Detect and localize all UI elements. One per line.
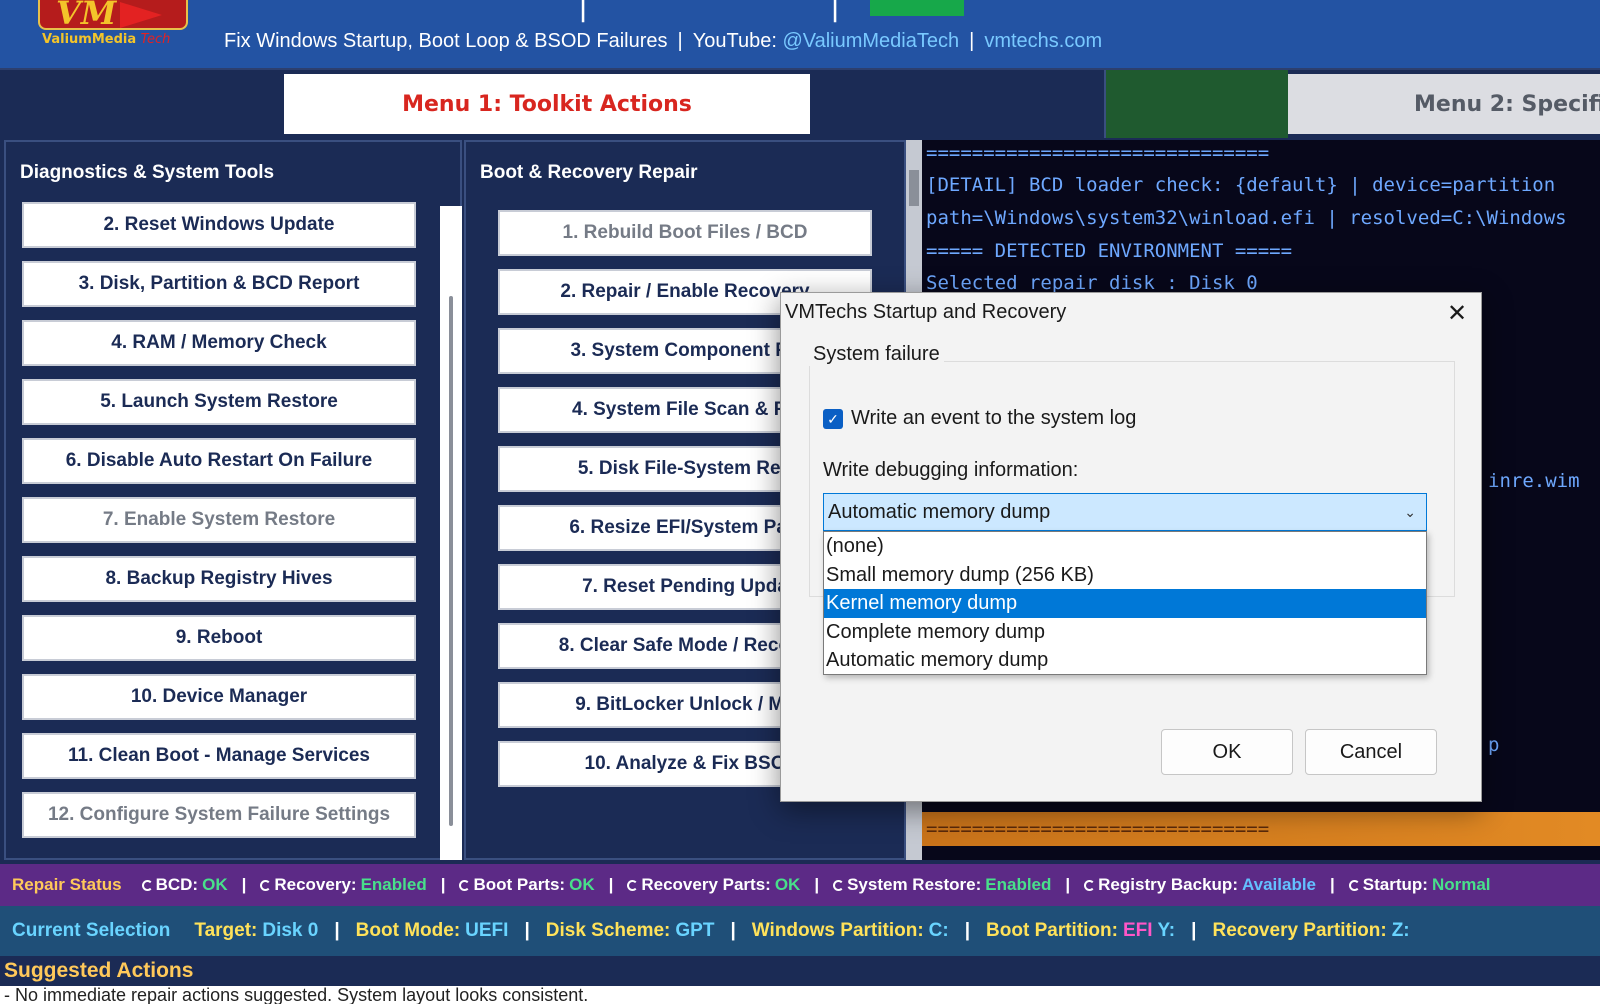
disk-report-button[interactable]: 3. Disk, Partition & BCD Report xyxy=(22,261,416,307)
disable-auto-restart-button[interactable]: 6. Disable Auto Restart On Failure xyxy=(22,438,416,484)
clean-boot-button[interactable]: 11. Clean Boot - Manage Services xyxy=(22,733,416,779)
write-event-label[interactable]: Write an event to the system log xyxy=(851,407,1136,430)
startup-recovery-dialog: VMTechs Startup and Recovery ✕ System fa… xyxy=(780,292,1482,802)
backup-registry-button[interactable]: 8. Backup Registry Hives xyxy=(22,556,416,602)
website-link[interactable]: vmtechs.com xyxy=(984,30,1102,52)
scrollbar-thumb[interactable] xyxy=(449,296,453,826)
panel-title: Boot & Recovery Repair xyxy=(480,162,698,183)
reboot-button[interactable]: 9. Reboot xyxy=(22,615,416,661)
enable-system-restore-button[interactable]: 7. Enable System Restore xyxy=(22,497,416,543)
group-label: System failure xyxy=(809,343,944,366)
current-selection-bar: Current Selection Target: Disk 0 | Boot M… xyxy=(0,906,1600,956)
write-event-checkbox[interactable]: ✓ xyxy=(823,409,843,429)
title-separator: | xyxy=(578,0,589,23)
launch-system-restore-button[interactable]: 5. Launch System Restore xyxy=(22,379,416,425)
option-complete-dump[interactable]: Complete memory dump xyxy=(824,618,1426,647)
refresh-icon xyxy=(459,879,471,891)
left-scrollbar[interactable] xyxy=(440,206,462,860)
chevron-down-icon[interactable]: ⌄ xyxy=(1404,494,1416,530)
title-separator: | xyxy=(830,0,841,23)
bootpart-efi: EFI xyxy=(1122,920,1153,941)
suggested-actions-title: Suggested Actions xyxy=(0,956,1600,986)
target-value: Disk 0 xyxy=(262,920,319,941)
option-automatic-dump[interactable]: Automatic memory dump xyxy=(824,646,1426,675)
status-registry-backup: Registry Backup: Available xyxy=(1084,875,1316,895)
panel-title: Diagnostics & System Tools xyxy=(20,162,275,183)
console-line: ============================== xyxy=(926,142,1270,164)
diagnostics-panel: Diagnostics & System Tools 2. Reset Wind… xyxy=(4,140,462,860)
selection-label: Current Selection xyxy=(12,920,171,941)
brand-logo: VM ValiumMedia Tech xyxy=(34,0,190,52)
refresh-icon xyxy=(1348,879,1360,891)
cancel-button[interactable]: Cancel xyxy=(1305,729,1437,775)
ram-check-button[interactable]: 4. RAM / Memory Check xyxy=(22,320,416,366)
tab-spacer xyxy=(1104,70,1288,138)
status-bcd: BCD: OK xyxy=(141,875,228,895)
option-none[interactable]: (none) xyxy=(824,532,1426,561)
play-icon xyxy=(120,2,162,28)
bootpart-label: Boot Partition: xyxy=(986,920,1118,941)
recpart-value: Z: xyxy=(1391,920,1410,941)
status-recovery: Recovery: Enabled xyxy=(260,875,427,895)
console-fragment: inre.wim xyxy=(1488,470,1580,492)
option-kernel-dump[interactable]: Kernel memory dump xyxy=(824,589,1426,618)
status-boot-parts: Boot Parts: OK xyxy=(459,875,595,895)
app-subtitle: Fix Windows Startup, Boot Loop & BSOD Fa… xyxy=(224,30,1103,52)
repair-status-bar: Repair Status BCD: OK | Recovery: Enabled … xyxy=(0,864,1600,906)
scheme-label: Disk Scheme: xyxy=(545,920,671,941)
console-line: ===== DETECTED ENVIRONMENT ===== xyxy=(926,240,1293,262)
rebuild-bcd-button[interactable]: 1. Rebuild Boot Files / BCD xyxy=(498,210,872,256)
console-fragment: p xyxy=(1488,734,1500,756)
bootpart-value: Y: xyxy=(1157,920,1176,941)
debug-info-label: Write debugging information: xyxy=(823,459,1079,481)
target-label: Target: xyxy=(194,920,258,941)
device-manager-button[interactable]: 10. Device Manager xyxy=(22,674,416,720)
debug-info-dropdown-list: (none) Small memory dump (256 KB) Kernel… xyxy=(823,531,1427,675)
refresh-icon xyxy=(260,879,272,891)
winpart-value: C: xyxy=(928,920,949,941)
app-header: VM ValiumMedia Tech | | Fix Windows Star… xyxy=(0,0,1600,70)
console-line: [DETAIL] BCD loader check: {default} | d… xyxy=(926,174,1556,196)
bootmode-value: UEFI xyxy=(465,920,509,941)
pro-badge xyxy=(870,0,964,16)
youtube-link[interactable]: @ValiumMediaTech xyxy=(782,30,959,52)
system-failure-settings-button[interactable]: 12. Configure System Failure Settings xyxy=(22,792,416,838)
scrollbar-thumb[interactable] xyxy=(909,170,919,206)
winpart-label: Windows Partition: xyxy=(751,920,924,941)
ok-button[interactable]: OK xyxy=(1161,729,1293,775)
status-recovery-parts: Recovery Parts: OK xyxy=(627,875,800,895)
tab-menu-1[interactable]: Menu 1: Toolkit Actions xyxy=(284,74,810,134)
refresh-icon xyxy=(1084,879,1096,891)
scheme-value: GPT xyxy=(675,920,715,941)
bootmode-label: Boot Mode: xyxy=(355,920,461,941)
reset-windows-update-button[interactable]: 2. Reset Windows Update xyxy=(22,202,416,248)
console-line: path=\Windows\system32\winload.efi | res… xyxy=(926,207,1567,229)
logo-text: ValiumMedia Tech xyxy=(42,32,171,47)
option-small-dump[interactable]: Small memory dump (256 KB) xyxy=(824,561,1426,590)
logo-mark: VM xyxy=(56,0,117,32)
refresh-icon xyxy=(141,879,153,891)
status-label: Repair Status xyxy=(12,875,122,894)
debug-info-select[interactable]: Automatic memory dump ⌄ xyxy=(823,493,1427,531)
recpart-label: Recovery Partition: xyxy=(1212,920,1387,941)
dialog-title: VMTechs Startup and Recovery xyxy=(785,301,1067,323)
check-icon: ✓ xyxy=(827,410,839,427)
console-line: Selected repair disk : Disk 0 xyxy=(926,272,1258,294)
close-icon[interactable]: ✕ xyxy=(1433,293,1481,333)
console-progress-line: ============================== xyxy=(922,812,1600,846)
refresh-icon xyxy=(627,879,639,891)
refresh-icon xyxy=(833,879,845,891)
menu-tabs: Menu 1: Toolkit Actions Menu 2: Specific xyxy=(0,70,1600,138)
tab-menu-2[interactable]: Menu 2: Specific xyxy=(1288,74,1600,134)
suggested-actions-text: - No immediate repair actions suggested.… xyxy=(0,986,1600,1004)
status-system-restore: System Restore: Enabled xyxy=(833,875,1051,895)
status-startup: Startup: Normal xyxy=(1348,875,1491,895)
